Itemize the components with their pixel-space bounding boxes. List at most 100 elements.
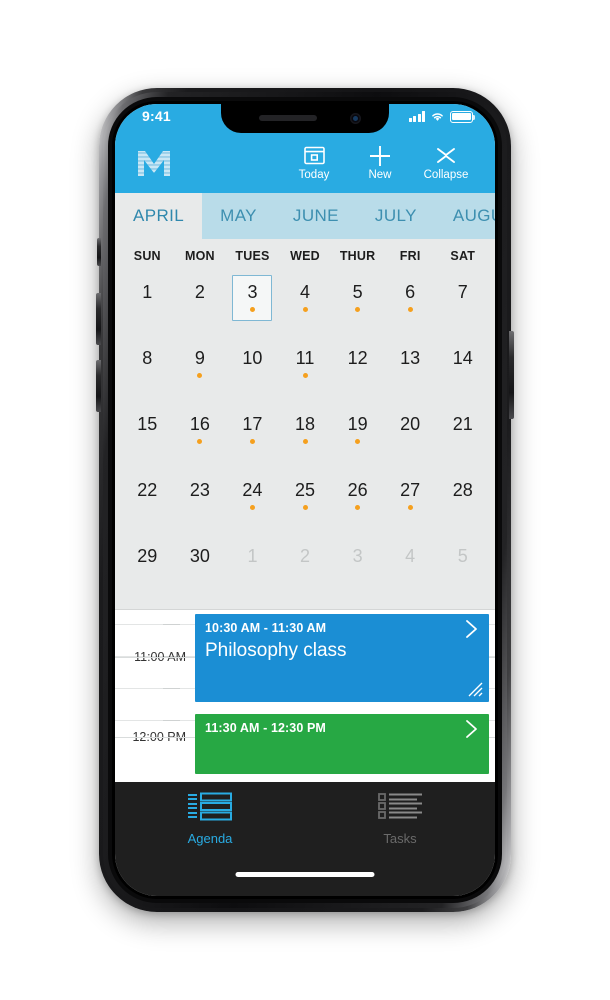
calendar-day-cell[interactable]: 20 xyxy=(384,405,437,471)
status-bar-indicators xyxy=(408,111,475,123)
month-strip[interactable]: APRILMAYJUNEJULYAUGUST xyxy=(115,193,495,239)
calendar-day-cell[interactable]: 14 xyxy=(436,339,489,405)
day-number: 9 xyxy=(194,348,205,368)
day-number: 3 xyxy=(247,282,258,302)
calendar-week-row: 8 9 10 11 12 13 14 xyxy=(121,339,489,405)
calendar-day-cell[interactable]: 28 xyxy=(436,471,489,537)
status-bar-time: 9:41 xyxy=(142,108,171,124)
event-indicator-dot xyxy=(407,504,413,510)
tasks-checklist-icon xyxy=(378,793,422,819)
chevron-right-icon[interactable] xyxy=(464,619,480,644)
event-card-green[interactable]: 11:30 AM - 12:30 PM xyxy=(195,714,489,774)
event-time: 10:30 AM - 11:30 AM xyxy=(205,621,327,635)
event-indicator-dot xyxy=(197,372,203,378)
calendar-day-cell[interactable]: 16 xyxy=(174,405,227,471)
volume-up-button[interactable] xyxy=(96,293,101,345)
day-number: 7 xyxy=(457,282,468,302)
calendar-day-cell[interactable]: 22 xyxy=(121,471,174,537)
calendar-day-cell[interactable]: 13 xyxy=(384,339,437,405)
event-indicator-dot xyxy=(249,438,255,444)
day-number: 15 xyxy=(137,414,158,434)
calendar-day-cell[interactable]: 17 xyxy=(226,405,279,471)
phone-screen: 9:41 Today New Collapse APRIL MAY JUNE J… xyxy=(115,104,495,896)
day-number: 5 xyxy=(352,282,363,302)
day-number: 27 xyxy=(400,480,421,500)
day-number: 2 xyxy=(300,546,311,566)
day-number: 23 xyxy=(189,480,210,500)
device-notch xyxy=(221,104,389,133)
calendar-day-cell[interactable]: 1 xyxy=(226,537,279,603)
calendar-day-cell[interactable]: 18 xyxy=(279,405,332,471)
new-button[interactable]: New xyxy=(347,145,413,182)
wifi-icon xyxy=(432,113,443,122)
event-card-philosophy-class[interactable]: 10:30 AM - 11:30 AM Philosophy class xyxy=(195,614,489,702)
mute-switch-button[interactable] xyxy=(97,238,101,266)
day-number: 2 xyxy=(194,282,205,302)
calendar-day-cell[interactable]: 10 xyxy=(226,339,279,405)
day-number: 20 xyxy=(400,414,421,434)
calendar-day-cell[interactable]: 19 xyxy=(331,405,384,471)
event-indicator-dot xyxy=(355,306,361,312)
tab-tasks-label: Tasks xyxy=(383,831,417,846)
calendar-day-cell[interactable]: 26 xyxy=(331,471,384,537)
calendar-day-cell[interactable]: 11 xyxy=(279,339,332,405)
chevron-right-icon[interactable] xyxy=(464,719,480,744)
calendar-day-cell[interactable]: 21 xyxy=(436,405,489,471)
day-number: 25 xyxy=(295,480,316,500)
calendar-day-cell[interactable]: 3 xyxy=(331,537,384,603)
collapse-button[interactable]: Collapse xyxy=(413,145,479,182)
event-indicator-dot xyxy=(355,504,361,510)
today-window-icon xyxy=(303,145,325,167)
calendar-day-cell[interactable]: 30 xyxy=(174,537,227,603)
calendar-day-cell[interactable]: 27 xyxy=(384,471,437,537)
calendar-day-cell[interactable]: 23 xyxy=(174,471,227,537)
signal-bars-icon xyxy=(408,111,425,123)
calendar-day-cell[interactable]: 5 xyxy=(331,273,384,339)
day-number: 30 xyxy=(189,546,210,566)
calendar-day-cell[interactable]: 24 xyxy=(226,471,279,537)
battery-icon xyxy=(450,111,475,123)
event-indicator-dot xyxy=(302,438,308,444)
weekday-header-thur: THUR xyxy=(339,249,376,263)
calendar-day-cell[interactable]: 25 xyxy=(279,471,332,537)
calendar-day-cell[interactable]: 29 xyxy=(121,537,174,603)
day-number: 4 xyxy=(405,546,416,566)
volume-down-button[interactable] xyxy=(96,360,101,412)
app-bar-actions: Today New Collapse xyxy=(281,145,479,182)
calendar-day-cell[interactable]: 3 xyxy=(226,273,279,339)
calendar-grid[interactable]: 1 2 3 4 5 6 7 8 9 10 11 12 13 14 15 16 17 18 19 20 21 22 23 24 2… xyxy=(115,273,495,609)
today-button-label: Today xyxy=(298,168,330,181)
calendar-day-cell[interactable]: 7 xyxy=(436,273,489,339)
calendar-day-cell[interactable]: 2 xyxy=(279,537,332,603)
tab-tasks[interactable]: Tasks xyxy=(305,792,495,896)
resize-grip-icon[interactable] xyxy=(466,680,483,697)
event-title: Philosophy class xyxy=(205,640,347,661)
today-button[interactable]: Today xyxy=(281,145,347,182)
month-tab-april[interactable]: APRIL xyxy=(115,193,203,239)
month-tab-august[interactable]: AUGUST xyxy=(435,193,495,239)
power-button[interactable] xyxy=(509,331,514,419)
calendar-day-cell[interactable]: 9 xyxy=(174,339,227,405)
calendar-day-cell[interactable]: 15 xyxy=(121,405,174,471)
calendar-day-cell[interactable]: 1 xyxy=(121,273,174,339)
weekday-header-sat: SAT xyxy=(450,249,476,263)
calendar-day-cell[interactable]: 12 xyxy=(331,339,384,405)
calendar-day-cell[interactable]: 4 xyxy=(384,537,437,603)
month-tab-june[interactable]: JUNE xyxy=(275,193,357,239)
tab-agenda[interactable]: Agenda xyxy=(115,792,305,896)
day-number: 14 xyxy=(452,348,473,368)
month-tab-july[interactable]: JULY xyxy=(357,193,435,239)
calendar-day-cell[interactable]: 4 xyxy=(279,273,332,339)
calendar-day-cell[interactable]: 6 xyxy=(384,273,437,339)
home-indicator[interactable] xyxy=(235,872,375,877)
calendar-day-cell[interactable]: 5 xyxy=(436,537,489,603)
tab-agenda-label: Agenda xyxy=(187,831,233,846)
month-tab-may[interactable]: MAY xyxy=(202,193,275,239)
event-indicator-dot xyxy=(302,306,308,312)
new-button-label: New xyxy=(368,168,392,181)
calendar-day-cell[interactable]: 2 xyxy=(174,273,227,339)
day-number: 13 xyxy=(400,348,421,368)
day-number: 29 xyxy=(137,546,158,566)
calendar-day-cell[interactable]: 8 xyxy=(121,339,174,405)
front-camera-icon xyxy=(350,113,361,124)
